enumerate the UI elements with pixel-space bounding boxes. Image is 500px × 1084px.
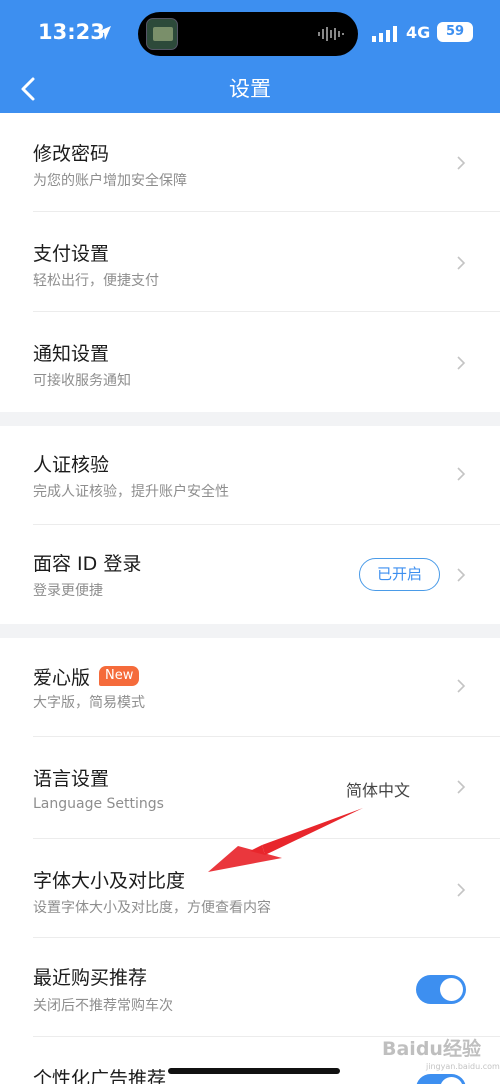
chevron-right-icon bbox=[457, 467, 466, 481]
row-title: 最近购买推荐 bbox=[33, 967, 148, 989]
list-item-font-size-contrast[interactable]: 字体大小及对比度 设置字体大小及对比度，方便查看内容 bbox=[0, 839, 500, 938]
settings-group-preferences: 爱心版 大字版，简易模式 语言设置 Language Settings 字体大小… bbox=[0, 638, 500, 1084]
row-title: 支付设置 bbox=[33, 243, 110, 265]
watermark-sub: jingyan.baidu.com bbox=[426, 1062, 500, 1071]
chevron-right-icon bbox=[457, 156, 466, 170]
recent-purchase-toggle[interactable] bbox=[416, 975, 466, 1004]
network-type: 4G bbox=[406, 23, 431, 42]
new-badge: New bbox=[99, 666, 140, 686]
battery-indicator: 59 bbox=[437, 22, 473, 42]
row-subtitle: 完成人证核验，提升账户安全性 bbox=[33, 484, 229, 500]
now-playing-thumbnail bbox=[146, 18, 178, 50]
list-item-identity-verification[interactable]: 人证核验 完成人证核验，提升账户安全性 bbox=[0, 426, 500, 525]
list-item-language-settings[interactable]: 语言设置 Language Settings bbox=[0, 737, 500, 839]
row-subtitle: 可接收服务通知 bbox=[33, 373, 131, 389]
divider bbox=[33, 524, 500, 525]
divider bbox=[33, 311, 500, 312]
list-item-recent-purchase-recommend: 最近购买推荐 关闭后不推荐常购车次 bbox=[0, 938, 500, 1037]
chevron-right-icon bbox=[457, 780, 466, 794]
row-subtitle: 大字版，简易模式 bbox=[33, 695, 145, 711]
status-time: 13:23 bbox=[38, 20, 105, 44]
watermark-text: Baidu经验 bbox=[382, 1038, 481, 1060]
face-id-status-badge: 已开启 bbox=[359, 558, 440, 591]
row-title: 通知设置 bbox=[33, 343, 110, 365]
row-title: 面容 ID 登录 bbox=[33, 553, 142, 575]
page-title: 设置 bbox=[229, 77, 271, 101]
list-item-care-mode[interactable]: 爱心版 大字版，简易模式 bbox=[0, 638, 500, 737]
nav-bar: 设置 bbox=[0, 68, 500, 113]
list-item-notification-settings[interactable]: 通知设置 可接收服务通知 bbox=[0, 313, 500, 412]
row-subtitle: 关闭后不推荐常购车次 bbox=[33, 998, 173, 1014]
row-title: 修改密码 bbox=[33, 143, 110, 165]
toggle-knob bbox=[440, 978, 463, 1001]
divider bbox=[33, 211, 500, 212]
row-subtitle: 登录更便捷 bbox=[33, 583, 103, 599]
home-indicator bbox=[168, 1068, 340, 1074]
row-subtitle: 轻松出行，便捷支付 bbox=[33, 273, 159, 289]
chevron-right-icon bbox=[457, 356, 466, 370]
row-subtitle: 为您的账户增加安全保障 bbox=[33, 173, 187, 189]
row-title: 爱心版 bbox=[33, 667, 91, 689]
row-subtitle: Language Settings bbox=[33, 796, 164, 812]
list-item-payment-settings[interactable]: 支付设置 轻松出行，便捷支付 bbox=[0, 213, 500, 312]
cellular-signal-icon bbox=[372, 26, 397, 42]
settings-group-account: 修改密码 为您的账户增加安全保障 支付设置 轻松出行，便捷支付 通知设置 可接收… bbox=[0, 113, 500, 412]
chevron-right-icon bbox=[457, 883, 466, 897]
location-arrow-icon bbox=[97, 26, 111, 40]
chevron-right-icon bbox=[457, 568, 466, 582]
row-title: 语言设置 bbox=[33, 768, 110, 790]
row-title: 人证核验 bbox=[33, 454, 110, 476]
list-item-change-password[interactable]: 修改密码 为您的账户增加安全保障 bbox=[0, 113, 500, 212]
status-bar: 13:23 4G 59 bbox=[0, 0, 500, 68]
top-bar: 13:23 4G 59 设置 bbox=[0, 0, 500, 113]
audio-wave-icon bbox=[318, 27, 344, 41]
chevron-right-icon bbox=[457, 256, 466, 270]
settings-group-security: 人证核验 完成人证核验，提升账户安全性 面容 ID 登录 登录更便捷 bbox=[0, 426, 500, 624]
chevron-right-icon bbox=[457, 679, 466, 693]
row-title: 个性化广告推荐 bbox=[33, 1068, 167, 1084]
language-value: 简体中文 bbox=[346, 781, 411, 800]
baidu-jingyan-watermark: Baidu经验 jingyan.baidu.com bbox=[358, 1030, 500, 1080]
row-subtitle: 设置字体大小及对比度，方便查看内容 bbox=[33, 900, 271, 916]
row-title: 字体大小及对比度 bbox=[33, 870, 186, 892]
dynamic-island bbox=[138, 12, 358, 56]
